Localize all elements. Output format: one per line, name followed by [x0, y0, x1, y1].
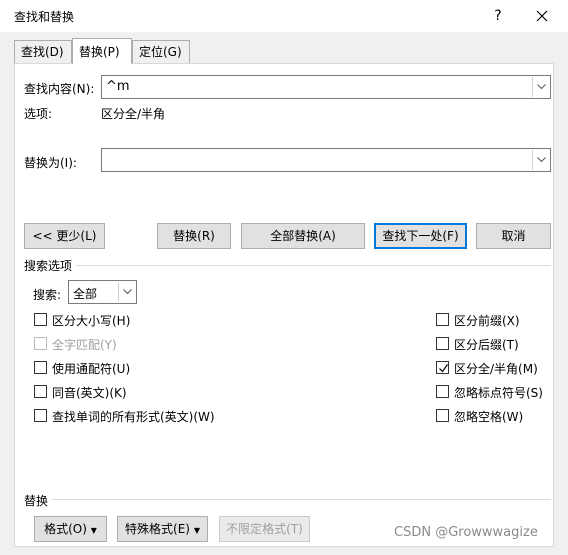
checkmark-icon [439, 364, 448, 373]
replace-tab-panel [14, 63, 554, 547]
checkbox-box[interactable] [436, 337, 449, 350]
search-direction-label: 搜索: [33, 288, 62, 302]
options-label: 选项: [24, 107, 53, 121]
checkbox-label: 区分全/半角(M) [454, 362, 538, 376]
replace-section-divider [52, 499, 551, 500]
find-dropdown-button[interactable] [532, 77, 549, 97]
replace-section-heading: 替换 [24, 494, 49, 508]
watermark-text: CSDN @Growwwagize [394, 525, 538, 540]
find-input[interactable]: ^m [106, 79, 130, 94]
dropdown-caret-icon: ▼ [193, 526, 200, 535]
replace-combobox[interactable] [101, 148, 551, 172]
tab-find[interactable]: 查找(D) [14, 40, 72, 64]
replace-button[interactable]: 替换(R) [157, 223, 231, 249]
chevron-down-icon [537, 157, 546, 163]
checkbox-box[interactable] [34, 361, 47, 374]
checkbox-label: 区分前缀(X) [454, 314, 520, 328]
replace-dropdown-button[interactable] [532, 150, 549, 170]
close-button[interactable] [528, 4, 556, 28]
checkbox-label: 区分后缀(T) [454, 338, 519, 352]
checkbox-box[interactable] [436, 361, 449, 374]
format-button[interactable]: 格式(O) ▼ [34, 516, 107, 542]
checkbox-box[interactable] [34, 385, 47, 398]
less-button[interactable]: << 更少(L) [24, 223, 105, 249]
find-label: 查找内容(N): [24, 82, 95, 96]
checkbox-label: 全字匹配(Y) [52, 338, 117, 352]
special-format-button-label: 特殊格式(E) [125, 522, 190, 536]
format-button-label: 格式(O) [44, 522, 87, 536]
special-format-button[interactable]: 特殊格式(E) ▼ [117, 516, 208, 542]
chevron-down-icon [123, 289, 132, 295]
checkbox-label: 查找单词的所有形式(英文)(W) [52, 410, 215, 424]
help-button[interactable]: ? [486, 4, 510, 28]
replace-label: 替换为(I): [24, 156, 77, 170]
search-direction-value: 全部 [73, 287, 98, 301]
options-value: 区分全/半角 [101, 107, 166, 121]
checkbox-label: 使用通配符(U) [52, 362, 131, 376]
checkbox-label: 同音(英文)(K) [52, 386, 127, 400]
search-options-divider [76, 265, 551, 266]
checkbox-label: 忽略标点符号(S) [454, 386, 543, 400]
checkbox-box[interactable] [436, 385, 449, 398]
find-next-button[interactable]: 查找下一处(F) [374, 223, 467, 249]
checkbox-box[interactable] [34, 313, 47, 326]
tab-goto[interactable]: 定位(G) [132, 40, 190, 64]
checkbox-box[interactable] [436, 313, 449, 326]
cancel-button[interactable]: 取消 [476, 223, 551, 249]
tab-replace[interactable]: 替换(P) [72, 38, 132, 64]
checkbox-label: 忽略空格(W) [454, 410, 524, 424]
title-bar: 查找和替换 ? [0, 0, 568, 32]
search-direction-dropdown-button[interactable] [118, 282, 135, 302]
find-combobox[interactable]: ^m [101, 75, 551, 99]
checkbox-box[interactable] [436, 409, 449, 422]
dropdown-caret-icon: ▼ [90, 526, 97, 535]
checkbox-box[interactable] [34, 409, 47, 422]
replace-all-button[interactable]: 全部替换(A) [241, 223, 365, 249]
window-title: 查找和替换 [14, 10, 75, 24]
no-formatting-button: 不限定格式(T) [219, 516, 310, 542]
chevron-down-icon [537, 84, 546, 90]
search-direction-select[interactable]: 全部 [68, 280, 137, 304]
close-icon [536, 10, 548, 22]
checkbox-box [34, 337, 47, 350]
search-options-heading: 搜索选项 [24, 259, 73, 273]
checkbox-label: 区分大小写(H) [52, 314, 131, 328]
